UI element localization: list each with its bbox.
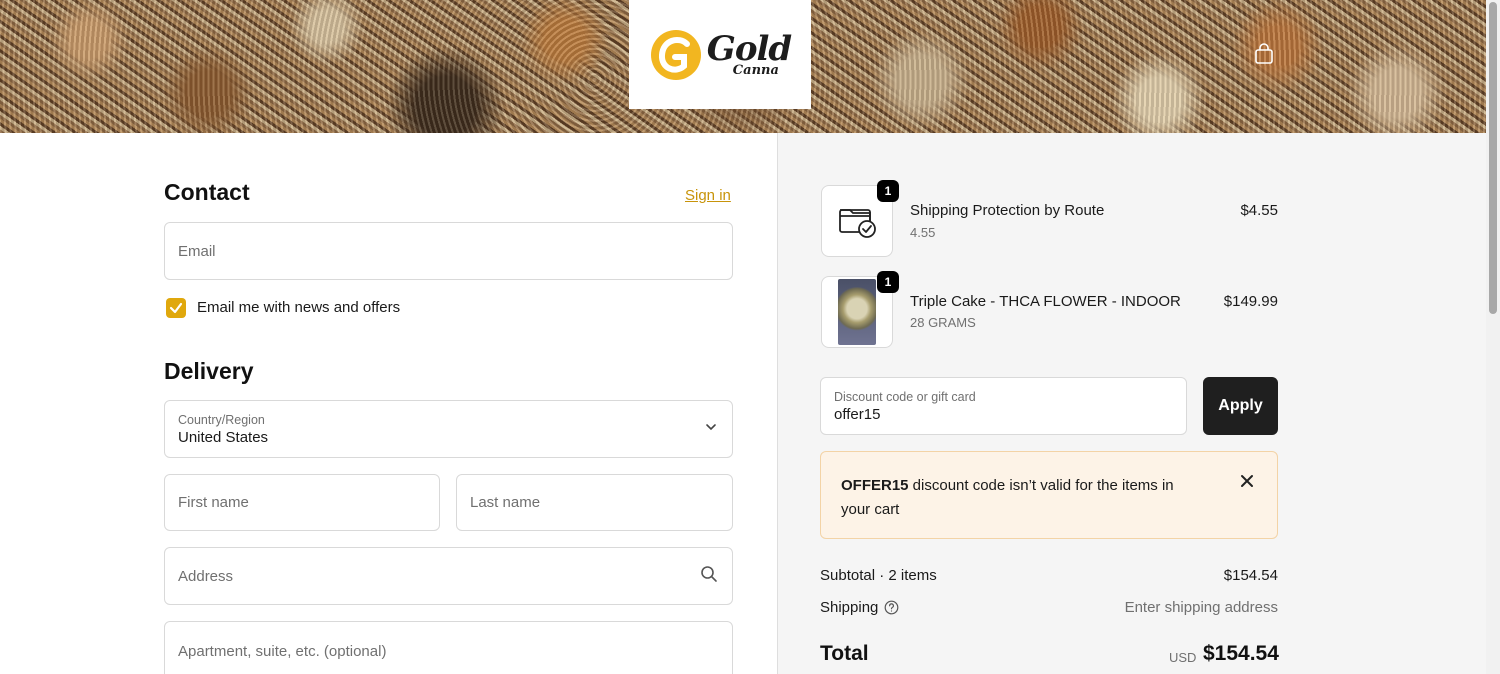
notice-code: OFFER15 [841,477,909,494]
last-name-field[interactable]: Last name [456,474,733,531]
subtotal-label: Subtotal · 2 items [820,567,937,584]
store-logo[interactable]: Gold Canna [629,0,811,109]
email-field[interactable]: Email [164,222,733,280]
discount-error-notice: OFFER15 discount code isn’t valid for th… [820,451,1278,539]
apartment-field[interactable]: Apartment, suite, etc. (optional) [164,621,733,674]
logo-text: Gold [706,29,792,69]
email-placeholder: Email [178,242,216,260]
item-price: $4.55 [1240,202,1278,219]
shipping-label: Shipping [820,599,879,616]
delivery-heading: Delivery [164,358,254,384]
chevron-down-icon [704,420,718,438]
country-select[interactable]: Country/Region United States [164,400,733,458]
item-name: Shipping Protection by Route [910,202,1105,219]
item-variant: 28 GRAMS [910,315,976,330]
address-field[interactable]: Address [164,547,733,605]
checkmark-icon [169,302,183,314]
first-name-field[interactable]: First name [164,474,440,531]
logo-wordmark: Gold Canna [706,29,792,78]
item-variant: 4.55 [910,225,936,240]
logo-mark-icon [650,29,701,80]
sign-in-link[interactable]: Sign in [685,187,731,204]
country-value: United States [178,428,269,446]
logo-subtext: Canna [732,63,779,78]
shipping-value: Enter shipping address [1124,599,1278,616]
currency-code: USD [1169,650,1197,665]
shipping-protection-icon [839,209,876,238]
first-name-placeholder: First name [178,494,249,511]
total-label: Total [820,642,869,665]
last-name-placeholder: Last name [470,494,541,511]
apply-button[interactable]: Apply [1203,377,1278,435]
discount-code-input[interactable]: Discount code or gift card offer15 [820,377,1187,435]
apartment-placeholder: Apartment, suite, etc. (optional) [178,642,387,660]
bag-icon[interactable] [1252,42,1276,66]
subtotal-value: $154.54 [1223,567,1278,584]
page-scrollbar[interactable] [1486,0,1500,674]
newsletter-label[interactable]: Email me with news and offers [197,299,400,316]
help-icon[interactable] [884,600,899,615]
country-label: Country/Region [178,412,265,427]
discount-value: offer15 [834,405,881,423]
item-price: $149.99 [1223,293,1278,310]
address-placeholder: Address [178,567,234,585]
quantity-badge: 1 [877,180,899,202]
discount-label: Discount code or gift card [834,389,976,404]
contact-heading: Contact [164,179,250,205]
product-image [838,279,876,345]
total-value: $154.54 [1203,642,1279,665]
item-name: Triple Cake - THCA FLOWER - INDOOR [910,293,1181,310]
search-icon[interactable] [700,565,718,587]
close-icon[interactable] [1238,472,1256,490]
scrollbar-thumb[interactable] [1489,2,1497,314]
notice-text: OFFER15 discount code isn’t valid for th… [841,474,1201,522]
quantity-badge: 1 [877,271,899,293]
newsletter-checkbox[interactable] [166,298,186,318]
shipping-row-label: Shipping [820,599,899,616]
